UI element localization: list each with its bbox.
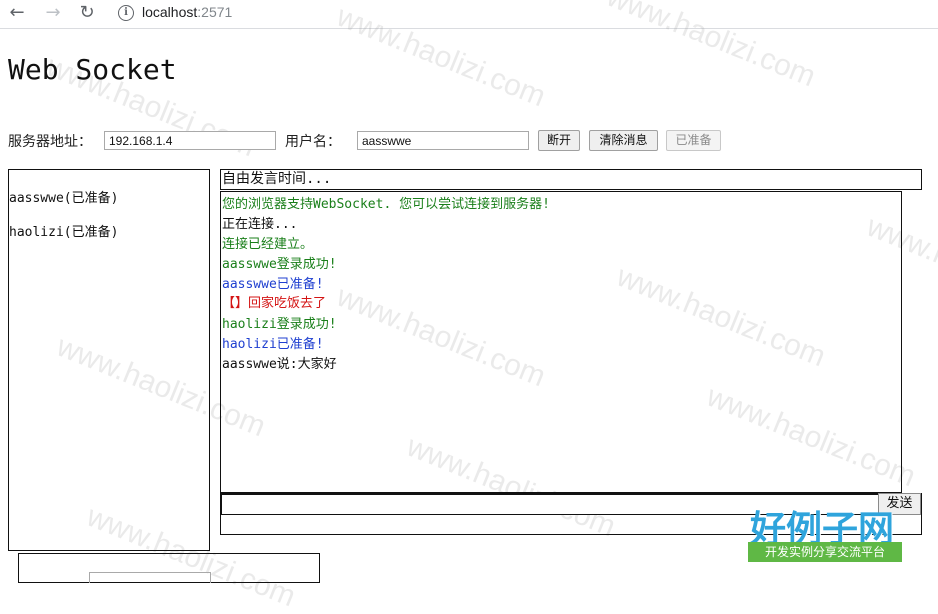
info-icon[interactable]: i (118, 5, 134, 21)
user-item: haolizi(已准备) (9, 225, 119, 240)
address-port: :2571 (197, 4, 233, 20)
server-address-input[interactable] (104, 131, 276, 150)
message-line: aasswwe已准备! (222, 273, 324, 292)
back-arrow-icon[interactable]: ← (6, 2, 28, 24)
topic-bar: 自由发言时间... (220, 169, 922, 190)
page-title: Web Socket (8, 53, 177, 86)
message-line: aasswwe登录成功! (222, 253, 337, 272)
lower-panel (18, 553, 320, 583)
user-item: aasswwe(已准备) (9, 191, 119, 206)
message-line: 正在连接... (222, 213, 297, 232)
message-log: 您的浏览器支持WebSocket. 您可以尝试连接到服务器! 正在连接... 连… (220, 191, 902, 493)
message-line: 【】回家吃饭去了 (222, 292, 326, 311)
reload-icon[interactable]: ↻ (76, 2, 98, 24)
browser-toolbar: ← → ↻ i localhost:2571 (0, 0, 938, 29)
message-line: 连接已经建立。 (222, 233, 313, 252)
message-line: haolizi已准备! (222, 333, 324, 352)
site-logo: 好例子网 开发实例分享交流平台 (748, 500, 902, 564)
message-text: 【】回家吃饭去了 (222, 296, 327, 311)
disconnect-button[interactable]: 断开 (538, 130, 580, 151)
message-line: 您的浏览器支持WebSocket. 您可以尝试连接到服务器! (222, 193, 550, 212)
forward-arrow-icon[interactable]: → (42, 2, 64, 24)
message-text: aasswwe登录成功! (222, 257, 337, 272)
message-text: 正在连接... (222, 217, 298, 232)
message-line: haolizi登录成功! (222, 313, 337, 332)
ready-button[interactable]: 已准备 (666, 130, 721, 151)
server-address-label: 服务器地址： (8, 134, 92, 150)
message-text: aasswwe说:大家好 (222, 357, 337, 372)
logo-sub-text: 开发实例分享交流平台 (748, 542, 902, 562)
message-text: 您的浏览器支持WebSocket. 您可以尝试连接到服务器! (222, 197, 550, 212)
username-input[interactable] (357, 131, 529, 150)
username-label: 用户名： (285, 134, 341, 150)
message-text: haolizi已准备! (222, 337, 324, 352)
message-line: aasswwe说:大家好 (222, 353, 337, 372)
message-text: 连接已经建立。 (222, 237, 314, 252)
user-list: aasswwe(已准备) haolizi(已准备) (8, 169, 210, 551)
clear-messages-button[interactable]: 清除消息 (589, 130, 658, 151)
message-text: aasswwe已准备! (222, 277, 324, 292)
address-host: localhost (142, 4, 198, 20)
message-text: haolizi登录成功! (222, 317, 337, 332)
address-bar[interactable]: localhost:2571 (142, 4, 232, 20)
